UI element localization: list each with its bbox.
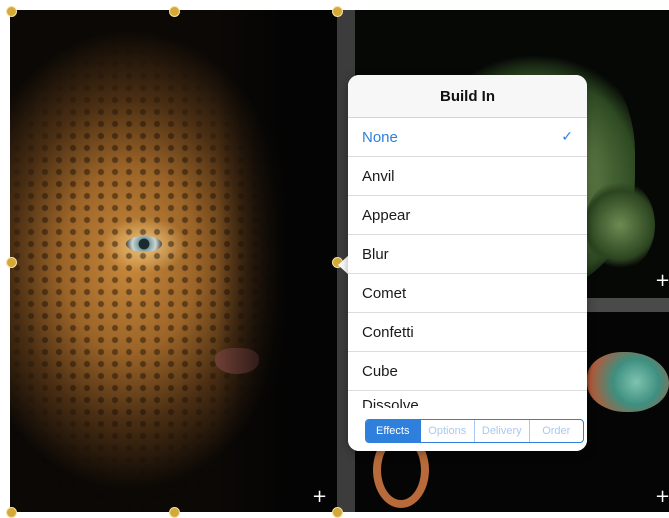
popover-header: Build In (348, 75, 587, 118)
effect-item-label: Dissolve (362, 397, 419, 408)
effect-item-appear[interactable]: Appear (348, 196, 587, 235)
selection-handle-bottom-left[interactable] (6, 507, 17, 518)
effect-item-label: Blur (362, 245, 389, 263)
build-tabs: Effects Options Delivery Order (365, 419, 584, 443)
tab-options[interactable]: Options (421, 420, 475, 442)
tab-effects[interactable]: Effects (366, 420, 421, 442)
leopard-shadow (217, 10, 337, 512)
effect-item-confetti[interactable]: Confetti (348, 313, 587, 352)
popover-title: Build In (440, 87, 495, 105)
succulent-leaf (585, 180, 655, 270)
add-media-icon[interactable]: + (655, 272, 669, 290)
slide-canvas[interactable]: + + + Build In None ✓ Anvil Appear Blur (0, 0, 669, 518)
add-media-icon[interactable]: + (655, 488, 669, 506)
effect-list[interactable]: None ✓ Anvil Appear Blur Comet Confetti … (348, 118, 587, 408)
leopard-eye (126, 236, 162, 252)
selection-handle-bottom[interactable] (169, 507, 180, 518)
tab-order[interactable]: Order (530, 420, 584, 442)
effect-item-label: Appear (362, 206, 411, 224)
selection-handle-top-right[interactable] (332, 6, 343, 17)
selection-handle-top-left[interactable] (6, 6, 17, 17)
leopard-image[interactable] (10, 10, 337, 512)
effect-item-cube[interactable]: Cube (348, 352, 587, 391)
effect-item-label: None (362, 128, 398, 146)
effect-item-blur[interactable]: Blur (348, 235, 587, 274)
effect-item-label: Cube (362, 362, 398, 380)
effect-item-label: Anvil (362, 167, 395, 185)
tab-delivery[interactable]: Delivery (475, 420, 530, 442)
chameleon-head (587, 352, 669, 412)
effect-item-none[interactable]: None ✓ (348, 118, 587, 157)
selection-handle-bottom-right[interactable] (332, 507, 343, 518)
effect-item-label: Confetti (362, 323, 414, 341)
checkmark-icon: ✓ (561, 129, 573, 145)
effect-item-anvil[interactable]: Anvil (348, 157, 587, 196)
effect-item-dissolve[interactable]: Dissolve (348, 391, 587, 408)
build-in-popover: Build In None ✓ Anvil Appear Blur Comet … (348, 75, 587, 451)
effect-item-comet[interactable]: Comet (348, 274, 587, 313)
add-media-icon[interactable]: + (312, 488, 327, 506)
selection-handle-top[interactable] (169, 6, 180, 17)
effect-item-label: Comet (362, 284, 407, 302)
selection-handle-left[interactable] (6, 257, 17, 268)
